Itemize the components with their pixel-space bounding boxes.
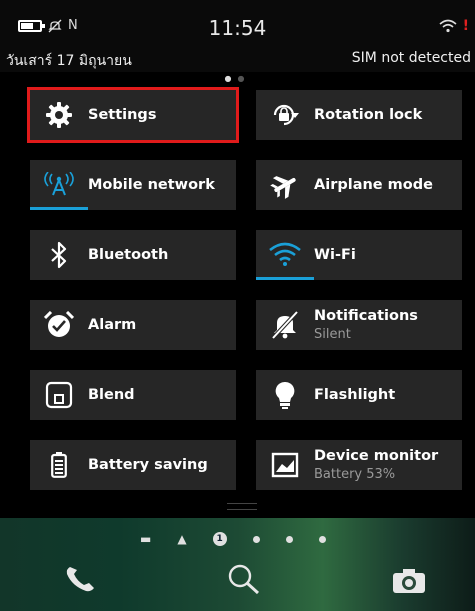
phone-icon[interactable]: [64, 564, 98, 594]
tile-blend[interactable]: Blend: [30, 370, 236, 420]
tile-label: Blend: [88, 387, 135, 403]
tile-label: Settings: [88, 107, 157, 123]
camera-icon[interactable]: [392, 568, 426, 594]
tile-text: Device monitor Battery 53%: [314, 448, 438, 482]
dock-apps: [0, 560, 475, 610]
wifi-icon: [256, 230, 314, 280]
tile-label: Mobile network: [88, 177, 215, 193]
tile-label: Battery saving: [88, 457, 208, 473]
device-monitor-icon: [256, 440, 314, 490]
tile-alarm[interactable]: Alarm: [30, 300, 236, 350]
date-label: วันเสาร์ 17 มิถุนายน: [6, 53, 132, 69]
tile-flashlight[interactable]: Flashlight: [256, 370, 462, 420]
tile-settings[interactable]: Settings: [27, 87, 239, 143]
tile-device-monitor[interactable]: Device monitor Battery 53%: [256, 440, 462, 490]
page-dot[interactable]: [252, 535, 260, 543]
tile-text: Notifications Silent: [314, 308, 418, 342]
tile-wifi[interactable]: Wi-Fi: [256, 230, 462, 280]
app-drawer-icon[interactable]: ▬: [140, 532, 151, 546]
tile-sublabel: Battery 53%: [314, 467, 396, 482]
tile-label: Device monitor: [314, 448, 439, 464]
antenna-icon: [30, 160, 88, 210]
battery-saving-icon: [30, 440, 88, 490]
gear-icon: [30, 90, 88, 140]
home-page-indicator: ▬ ▲ 1: [140, 532, 326, 546]
search-icon[interactable]: [226, 562, 262, 596]
blend-icon: [30, 370, 88, 420]
tile-rotation-lock[interactable]: Rotation lock: [256, 90, 462, 140]
drag-handle[interactable]: [227, 503, 257, 510]
tile-label: Bluetooth: [88, 247, 169, 263]
page-dot[interactable]: [285, 535, 293, 543]
page-dot: ●: [237, 74, 251, 83]
bell-muted-icon: [256, 300, 314, 350]
bulb-icon: [256, 370, 314, 420]
wifi-icon: [439, 19, 457, 33]
home-dock: ▬ ▲ 1: [0, 518, 475, 611]
tile-label: Alarm: [88, 317, 137, 333]
tile-notifications[interactable]: Notifications Silent: [256, 300, 462, 350]
rotation-lock-icon: [256, 90, 314, 140]
tile-bluetooth[interactable]: Bluetooth: [30, 230, 236, 280]
home-icon[interactable]: ▲: [177, 532, 186, 546]
tile-battery-saving[interactable]: Battery saving: [30, 440, 236, 490]
sim-status: SIM not detected: [351, 50, 471, 66]
tile-sublabel: Silent: [314, 327, 351, 342]
status-right-icons: !: [439, 18, 469, 34]
status-bar: N 11:54 !: [0, 0, 475, 44]
tile-airplane-mode[interactable]: Airplane mode: [256, 160, 462, 210]
tile-label: Airplane mode: [314, 177, 433, 193]
page-dot-active: ●: [224, 74, 238, 83]
quick-settings-pager: ●●: [0, 74, 475, 83]
tile-mobile-network[interactable]: Mobile network: [30, 160, 236, 210]
airplane-icon: [256, 160, 314, 210]
alarm-icon: [30, 300, 88, 350]
tile-label: Wi-Fi: [314, 247, 356, 263]
alert-icon: !: [462, 18, 469, 34]
status-time: 11:54: [208, 16, 267, 40]
page-dot[interactable]: [318, 535, 326, 543]
page-indicator-current[interactable]: 1: [212, 532, 227, 546]
tile-label: Flashlight: [314, 387, 396, 403]
info-bar: วันเสาร์ 17 มิถุนายน SIM not detected: [0, 44, 475, 72]
tile-label: Rotation lock: [314, 107, 423, 123]
bluetooth-icon: [30, 230, 88, 280]
tile-label: Notifications: [314, 308, 418, 324]
